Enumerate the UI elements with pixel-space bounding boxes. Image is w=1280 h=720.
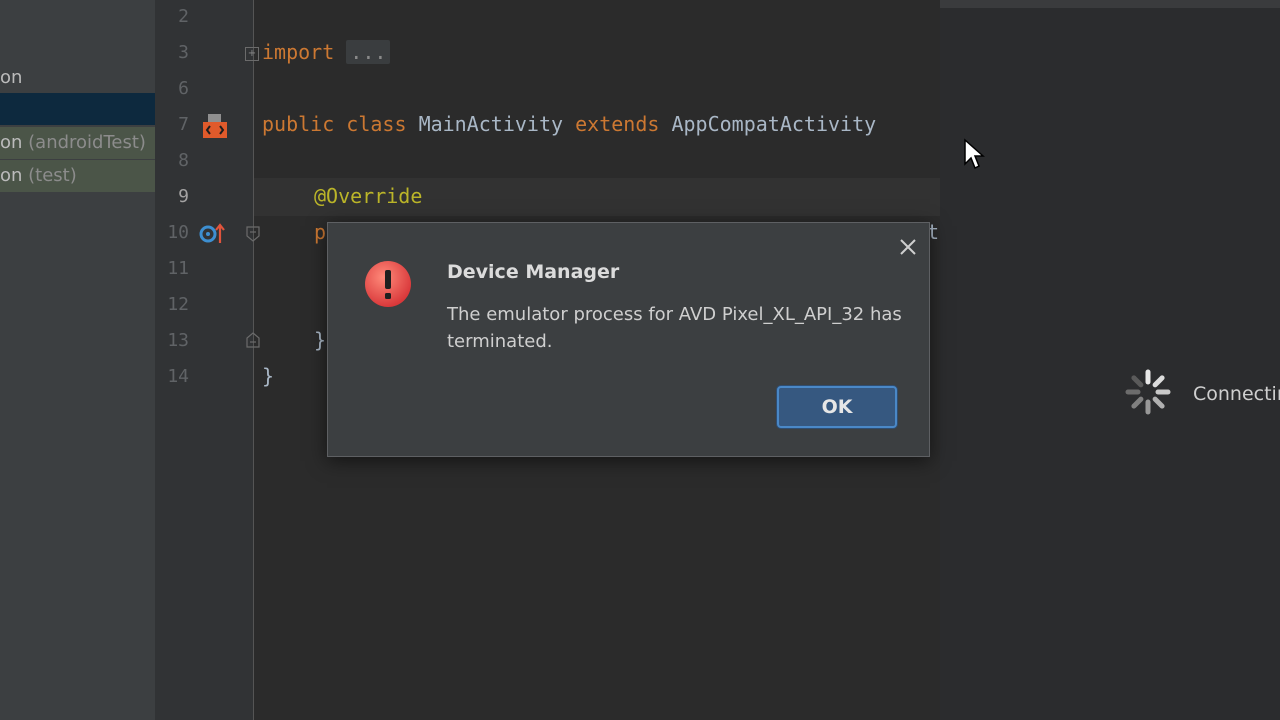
layout-file-icon[interactable] xyxy=(199,110,229,140)
code-line-import[interactable]: import ... xyxy=(262,40,391,64)
line-number-active: 9 xyxy=(178,186,189,207)
fold-collapse-icon[interactable] xyxy=(246,226,260,242)
keyword: import xyxy=(262,40,335,64)
tree-item-label: on xyxy=(0,67,23,88)
device-manager-dialog[interactable]: Device Manager The emulator process for … xyxy=(327,222,930,457)
line-number: 10 xyxy=(167,222,189,243)
keyword: public xyxy=(262,112,335,136)
line-number: 6 xyxy=(178,78,189,99)
line-number: 12 xyxy=(167,294,189,315)
dialog-message: The emulator process for AVD Pixel_XL_AP… xyxy=(447,304,902,352)
line-number: 2 xyxy=(178,6,189,27)
dialog-title: Device Manager xyxy=(447,261,620,283)
folded-imports[interactable]: ... xyxy=(346,40,391,64)
project-tree-item[interactable]: on (test) xyxy=(0,160,155,192)
project-tool-window: on on (androidTest) on (test) xyxy=(0,0,155,720)
code-line-method[interactable]: p xyxy=(314,220,326,244)
project-tree-item[interactable]: on (androidTest) xyxy=(0,127,155,159)
line-number: 11 xyxy=(167,258,189,279)
tree-item-label: on xyxy=(0,165,23,186)
error-icon xyxy=(365,261,411,307)
line-number: 3 xyxy=(178,42,189,63)
line-number: 14 xyxy=(167,366,189,387)
line-number: 7 xyxy=(178,114,189,135)
keyword: class xyxy=(346,112,407,136)
line-number: 13 xyxy=(167,330,189,351)
project-tree-item-selected[interactable] xyxy=(0,93,155,125)
connecting-status: Connectin xyxy=(1193,383,1280,405)
ok-button[interactable]: OK xyxy=(777,386,897,428)
fold-expand-icon[interactable]: + xyxy=(245,47,259,61)
code-line-annotation[interactable]: @Override xyxy=(314,184,422,208)
fold-end-icon[interactable] xyxy=(246,332,260,348)
tree-item-suffix: (androidTest) xyxy=(22,132,146,153)
override-method-icon[interactable] xyxy=(199,221,227,247)
emulator-toolbar xyxy=(940,0,1280,8)
loading-spinner-icon xyxy=(1125,369,1171,415)
tree-item-label: on xyxy=(0,132,23,153)
code-line-method-close[interactable]: } xyxy=(314,328,326,352)
superclass-name: AppCompatActivity xyxy=(671,112,877,136)
editor-gutter[interactable]: 2 3 6 7 8 9 10 11 12 13 14 + xyxy=(155,0,260,720)
mouse-cursor-icon xyxy=(964,138,985,170)
annotation: @Override xyxy=(314,184,423,208)
code-line-class-close[interactable]: } xyxy=(262,364,274,388)
tree-item-suffix: (test) xyxy=(22,165,77,186)
keyword: extends xyxy=(575,112,660,136)
code-line-class-declaration[interactable]: public class MainActivity extends AppCom… xyxy=(262,112,876,136)
class-name: MainActivity xyxy=(418,112,564,136)
project-tree-item[interactable]: on xyxy=(0,62,155,94)
running-devices-panel: Connectin xyxy=(940,0,1280,720)
line-number: 8 xyxy=(178,150,189,171)
close-icon[interactable] xyxy=(896,235,920,259)
